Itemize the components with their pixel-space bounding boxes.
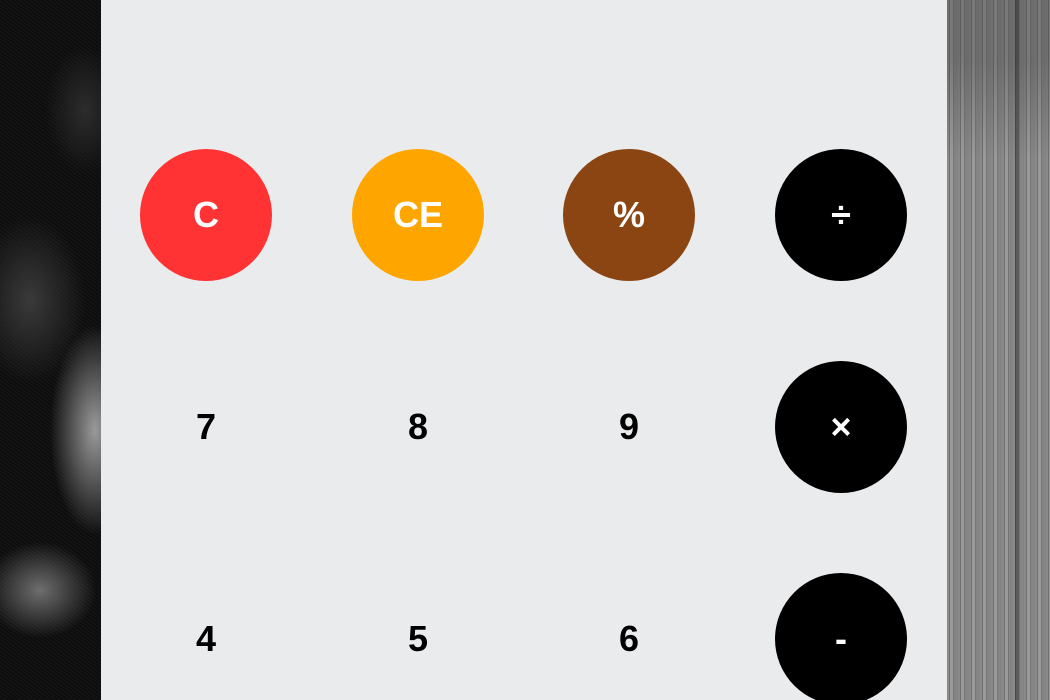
calculator-keypad: C CE % ÷ 7 8 9 × 4 5 6 -: [101, 0, 947, 700]
clear-button[interactable]: C: [140, 149, 272, 281]
digit-5-button[interactable]: 5: [352, 573, 484, 700]
clear-entry-button[interactable]: CE: [352, 149, 484, 281]
percent-button[interactable]: %: [563, 149, 695, 281]
clear-entry-button-label: CE: [392, 194, 443, 235]
clear-button-label: C: [193, 194, 219, 235]
digit-9-button[interactable]: 9: [563, 361, 695, 493]
digit-6-label: 6: [618, 618, 640, 659]
app-window: C CE % ÷ 7 8 9 × 4 5 6 -: [0, 0, 1050, 700]
digit-5-label: 5: [407, 618, 429, 659]
divide-button[interactable]: ÷: [775, 149, 907, 281]
digit-4-button[interactable]: 4: [140, 573, 272, 700]
percent-button-label: %: [612, 194, 645, 235]
multiply-icon: ×: [830, 406, 852, 447]
multiply-button[interactable]: ×: [775, 361, 907, 493]
digit-6-button[interactable]: 6: [563, 573, 695, 700]
digit-7-label: 7: [195, 406, 217, 447]
subtract-icon: -: [835, 618, 847, 659]
digit-8-label: 8: [407, 406, 429, 447]
digit-8-button[interactable]: 8: [352, 361, 484, 493]
subtract-button[interactable]: -: [775, 573, 907, 700]
digit-7-button[interactable]: 7: [140, 361, 272, 493]
divide-icon: ÷: [831, 194, 851, 235]
background-photo-right: [947, 0, 1050, 700]
digit-9-label: 9: [618, 406, 640, 447]
digit-4-label: 4: [195, 618, 217, 659]
background-photo-left: [0, 0, 101, 700]
